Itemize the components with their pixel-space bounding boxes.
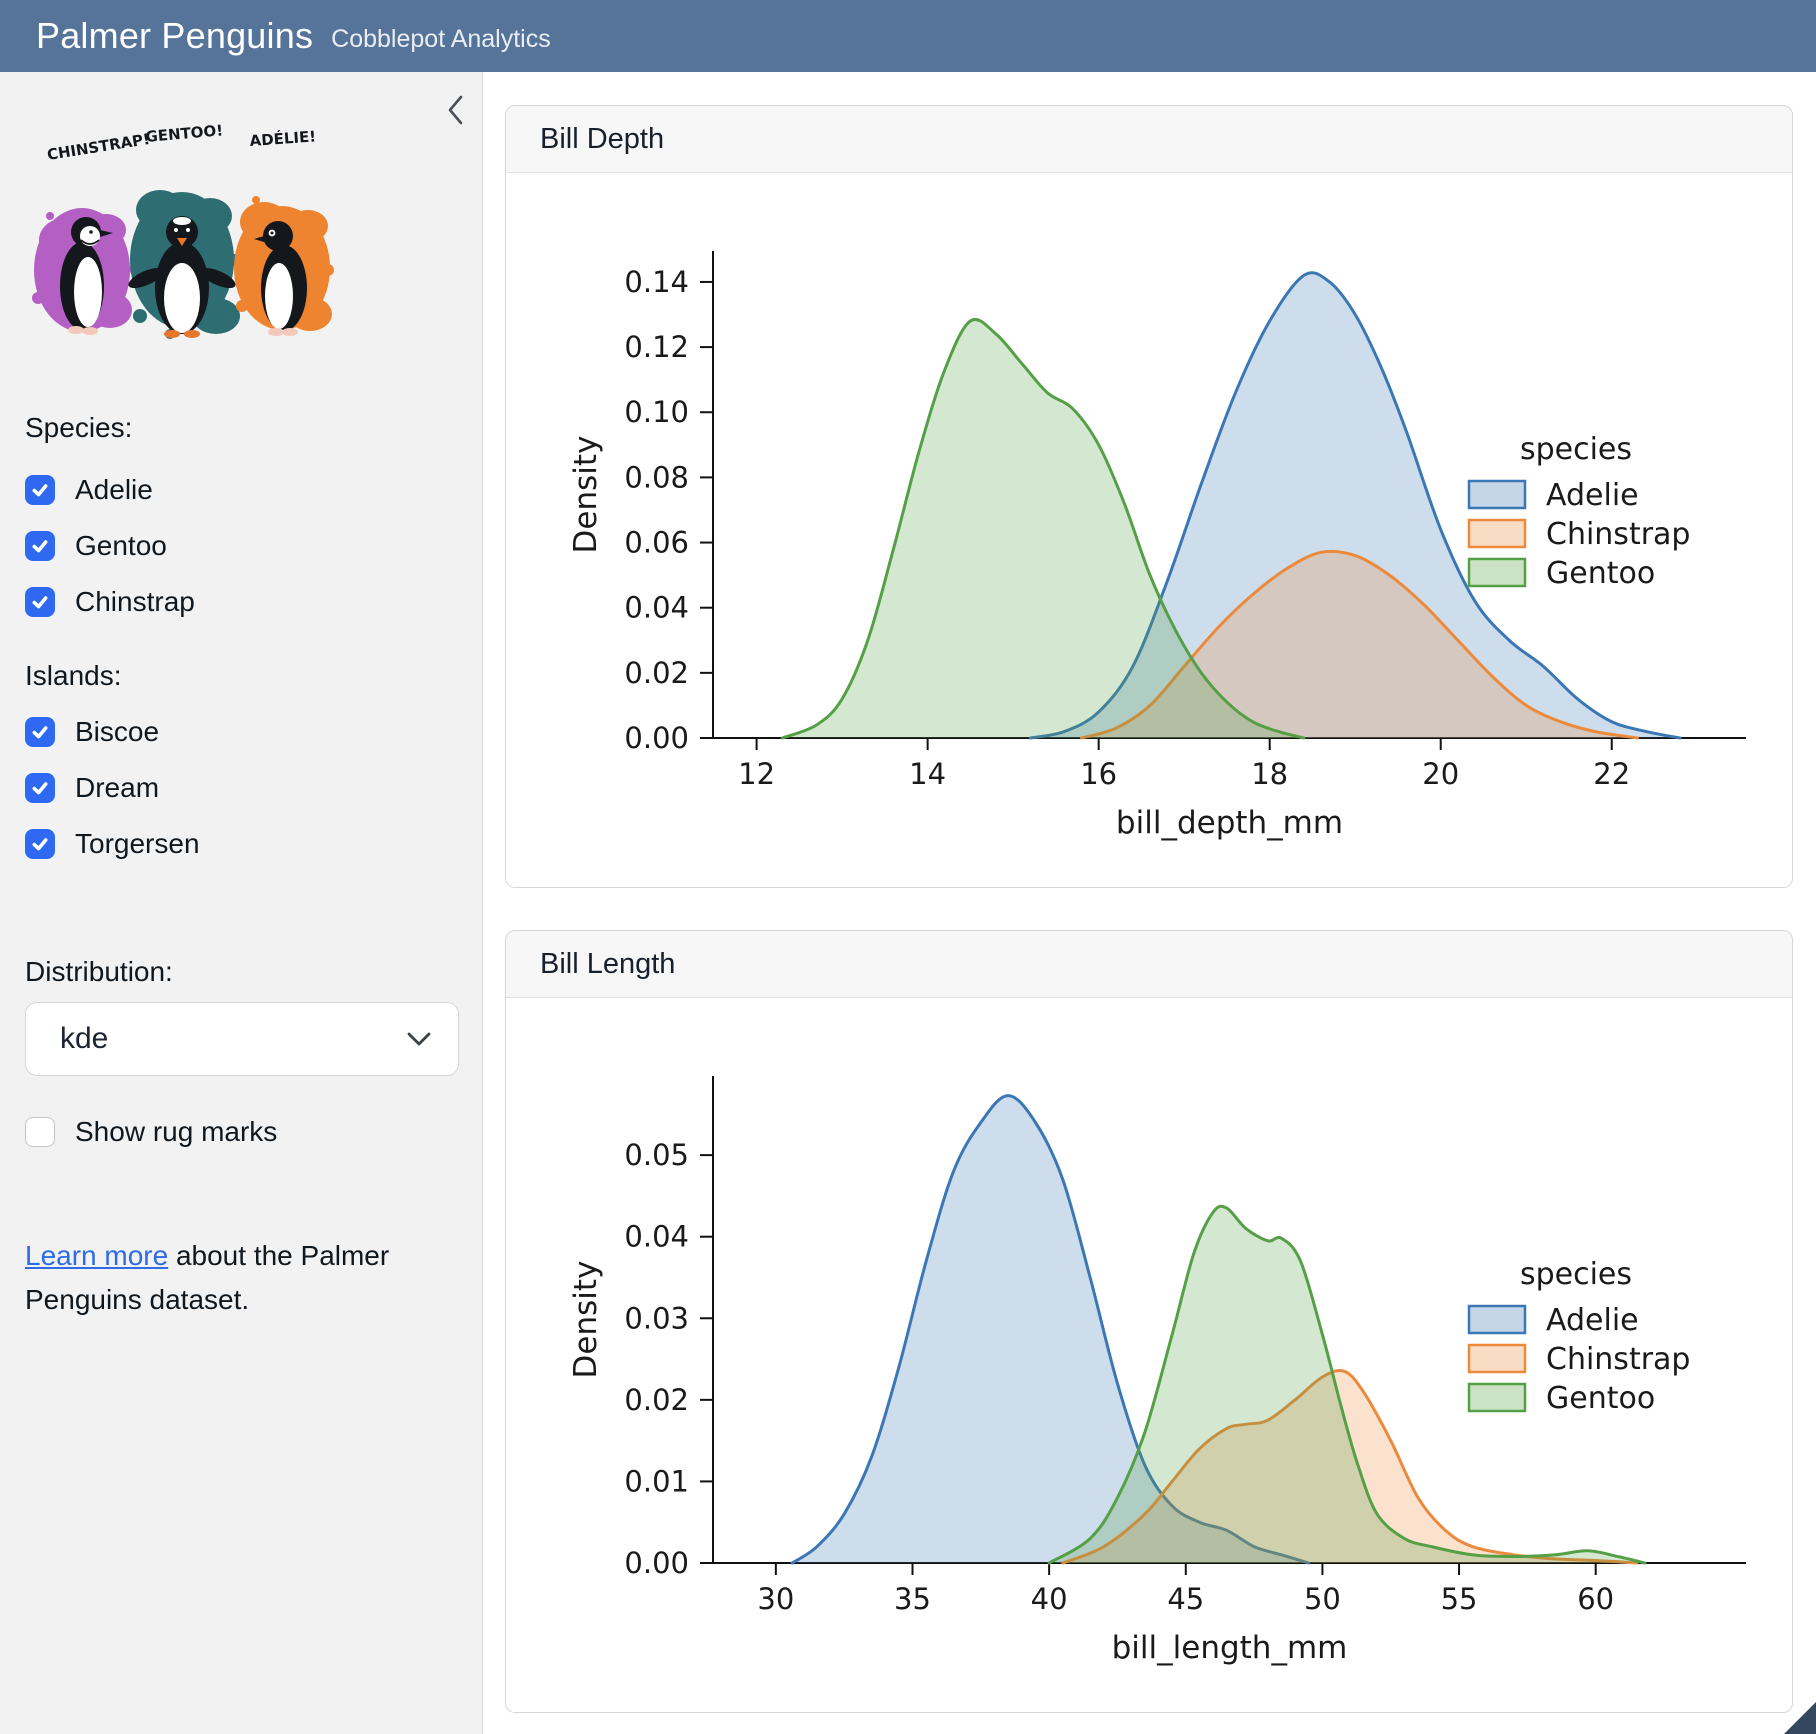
distribution-select[interactable]: kde: [25, 1002, 459, 1076]
checkbox-label-adelie: Adelie: [75, 474, 153, 506]
show-rug-marks-label: Show rug marks: [75, 1116, 277, 1148]
art-label-gentoo: GENTOO!: [145, 121, 224, 146]
bill-depth-card-title: Bill Depth: [506, 106, 1792, 173]
svg-text:species: species: [1520, 1257, 1632, 1292]
checkbox-dream[interactable]: [25, 773, 55, 803]
distribution-section-label: Distribution:: [25, 956, 173, 988]
checkmark-icon: [30, 778, 50, 798]
chevron-down-icon: [406, 1031, 432, 1047]
bill-length-card-title: Bill Length: [506, 931, 1792, 998]
rug-checkbox-row: Show rug marks: [0, 1104, 483, 1160]
checkmark-icon: [30, 480, 50, 500]
checkmark-icon: [30, 834, 50, 854]
svg-text:0.05: 0.05: [624, 1138, 689, 1172]
svg-text:species: species: [1520, 432, 1632, 467]
svg-text:0.03: 0.03: [624, 1301, 689, 1335]
checkmark-icon: [30, 592, 50, 612]
islands-checkbox-group: Biscoe Dream Torgersen: [0, 704, 483, 872]
checkbox-row-gentoo[interactable]: Gentoo: [0, 518, 483, 574]
sidebar: CHINSTRAP! GENTOO! ADÉLIE! Species: Adel…: [0, 72, 483, 1734]
checkbox-row-dream[interactable]: Dream: [0, 760, 483, 816]
checkbox-label-biscoe: Biscoe: [75, 716, 159, 748]
svg-text:Density: Density: [568, 436, 604, 554]
svg-text:0.02: 0.02: [624, 1383, 689, 1417]
show-rug-marks-row[interactable]: Show rug marks: [0, 1104, 483, 1160]
svg-text:40: 40: [1031, 1582, 1068, 1616]
svg-text:0.14: 0.14: [624, 265, 689, 299]
checkbox-torgersen[interactable]: [25, 829, 55, 859]
checkbox-adelie[interactable]: [25, 475, 55, 505]
svg-text:22: 22: [1593, 757, 1630, 791]
checkmark-icon: [30, 722, 50, 742]
checkbox-label-dream: Dream: [75, 772, 159, 804]
penguin-artwork: CHINSTRAP! GENTOO! ADÉLIE!: [20, 120, 342, 348]
svg-text:bill_depth_mm: bill_depth_mm: [1116, 805, 1343, 841]
svg-text:12: 12: [738, 757, 775, 791]
svg-text:18: 18: [1251, 757, 1288, 791]
bill-depth-card: Bill Depth 12 14 16 18 20 22 0.00 0.02 0.04 0.06 0…: [505, 105, 1793, 888]
bill-length-plot: 30 35 40 45 50 55 60 0.00 0.01 0.02 0.03 0.04 0.05 bi…: [506, 998, 1792, 1713]
bill-depth-card-body: 12 14 16 18 20 22 0.00 0.02 0.04 0.06 0.08 0.10 0.12…: [506, 173, 1792, 888]
islands-section-label: Islands:: [25, 660, 122, 692]
svg-text:14: 14: [909, 757, 946, 791]
bill-length-card-body: 30 35 40 45 50 55 60 0.00 0.01 0.02 0.03 0.04 0.05 bi…: [506, 998, 1792, 1713]
checkbox-row-torgersen[interactable]: Torgersen: [0, 816, 483, 872]
main-content: Bill Depth 12 14 16 18 20 22 0.00 0.02 0.04 0.06 0…: [483, 72, 1816, 1734]
species-checkbox-group: Adelie Gentoo Chinstrap: [0, 462, 483, 630]
bill-length-card: Bill Length 30 35 40 45 50 55 60 0.00 0.01 0.02 0.…: [505, 930, 1793, 1713]
svg-text:Adelie: Adelie: [1546, 478, 1639, 513]
bill-depth-plot: 12 14 16 18 20 22 0.00 0.02 0.04 0.06 0.08 0.10 0.12…: [506, 173, 1792, 888]
checkbox-gentoo[interactable]: [25, 531, 55, 561]
svg-text:0.04: 0.04: [624, 591, 689, 625]
svg-text:0.00: 0.00: [624, 1546, 689, 1580]
app-title: Palmer Penguins: [36, 15, 313, 57]
svg-text:0.01: 0.01: [624, 1464, 689, 1498]
svg-text:bill_length_mm: bill_length_mm: [1112, 1630, 1348, 1666]
app-header: Palmer Penguins Cobblepot Analytics: [0, 0, 1816, 72]
checkbox-label-gentoo: Gentoo: [75, 530, 167, 562]
learn-more-link[interactable]: Learn more: [25, 1240, 168, 1271]
svg-text:30: 30: [757, 1582, 794, 1616]
svg-text:0.08: 0.08: [624, 460, 689, 494]
svg-text:20: 20: [1422, 757, 1459, 791]
checkbox-label-chinstrap: Chinstrap: [75, 586, 195, 618]
svg-text:Chinstrap: Chinstrap: [1546, 1342, 1690, 1377]
svg-text:45: 45: [1167, 1582, 1204, 1616]
svg-text:16: 16: [1080, 757, 1117, 791]
checkbox-row-adelie[interactable]: Adelie: [0, 462, 483, 518]
svg-text:Gentoo: Gentoo: [1546, 556, 1655, 591]
svg-text:60: 60: [1577, 1582, 1614, 1616]
art-label-chinstrap: CHINSTRAP!: [46, 130, 151, 164]
svg-text:35: 35: [894, 1582, 931, 1616]
checkmark-icon: [30, 536, 50, 556]
checkbox-row-chinstrap[interactable]: Chinstrap: [0, 574, 483, 630]
art-label-adelie: ADÉLIE!: [249, 126, 317, 150]
svg-text:50: 50: [1304, 1582, 1341, 1616]
svg-text:Chinstrap: Chinstrap: [1546, 517, 1690, 552]
app-subtitle: Cobblepot Analytics: [331, 25, 551, 54]
svg-text:Adelie: Adelie: [1546, 1303, 1639, 1338]
chevron-left-icon: [445, 93, 467, 127]
svg-text:55: 55: [1441, 1582, 1478, 1616]
svg-text:Density: Density: [568, 1261, 604, 1379]
svg-text:0.00: 0.00: [624, 721, 689, 755]
checkbox-chinstrap[interactable]: [25, 587, 55, 617]
svg-text:0.04: 0.04: [624, 1220, 689, 1254]
checkbox-row-biscoe[interactable]: Biscoe: [0, 704, 483, 760]
svg-text:0.06: 0.06: [624, 526, 689, 560]
species-section-label: Species:: [25, 412, 132, 444]
checkbox-biscoe[interactable]: [25, 717, 55, 747]
svg-text:0.02: 0.02: [624, 656, 689, 690]
learn-more-text: Learn more about the Palmer Penguins dat…: [25, 1234, 455, 1322]
svg-text:0.10: 0.10: [624, 395, 689, 429]
svg-text:0.12: 0.12: [624, 330, 689, 364]
sidebar-collapse-button[interactable]: [438, 92, 474, 128]
show-rug-marks-checkbox[interactable]: [25, 1117, 55, 1147]
svg-text:Gentoo: Gentoo: [1546, 1381, 1655, 1416]
checkbox-label-torgersen: Torgersen: [75, 828, 200, 860]
distribution-select-value: kde: [60, 1022, 108, 1056]
resize-corner: [1784, 1702, 1816, 1734]
